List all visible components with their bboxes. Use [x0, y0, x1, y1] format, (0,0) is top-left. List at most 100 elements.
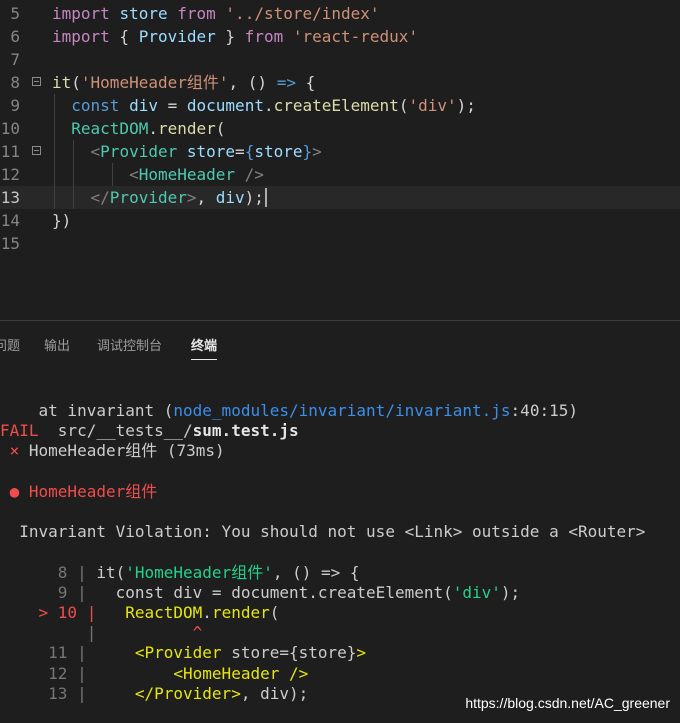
code-token: </Provider> — [96, 683, 241, 703]
code-editor[interactable]: 5 import store from '../store/index' 6 impo… — [0, 0, 680, 320]
terminal-line: 13 | </Provider>, div); — [0, 684, 308, 704]
code-token: <Provider — [96, 643, 222, 663]
code-token: 13 | — [0, 683, 97, 703]
line-number: 8 — [10, 73, 20, 92]
code-token: store — [186, 142, 236, 161]
code-token: . — [202, 603, 212, 622]
code-token: render — [157, 119, 216, 138]
code-token: }) — [52, 211, 72, 230]
code-token: import — [52, 4, 110, 23]
code-token: . — [263, 96, 274, 115]
terminal-line: 12 | <HomeHeader /> — [0, 664, 308, 684]
line-number: 7 — [10, 50, 20, 69]
code-token: sum.test.js — [192, 421, 299, 441]
line-code: <Provider store={store}> — [52, 140, 322, 163]
code-token: ReactDOM — [71, 119, 149, 138]
code-token: </ — [90, 188, 110, 207]
line-number: 10 — [0, 119, 20, 138]
editor-line[interactable]: 9 const div = document.createElement('di… — [0, 94, 680, 117]
code-token: <HomeHeader /> — [96, 663, 309, 683]
code-token: , — [196, 188, 216, 207]
code-token: ); — [244, 188, 264, 207]
fold-toggle-icon[interactable] — [32, 146, 41, 155]
panel-tab[interactable]: 问题 — [0, 335, 20, 354]
code-token: } — [302, 142, 313, 161]
line-number: 11 — [0, 142, 20, 161]
line-number: 15 — [0, 234, 20, 253]
code-token: Invariant Violation: You should not use … — [0, 522, 646, 542]
editor-line[interactable]: 7 — [0, 48, 680, 71]
panel-tab[interactable]: 终端 — [191, 335, 218, 360]
panel-tab[interactable]: 输出 — [44, 335, 70, 354]
code-token: , () — [228, 73, 277, 92]
panel-tab[interactable]: 调试控制台 — [97, 335, 162, 354]
line-number: 9 — [10, 96, 20, 115]
editor-line[interactable]: 8 it('HomeHeader组件', () => { — [0, 71, 680, 94]
code-token: 'div' — [408, 96, 457, 115]
editor-line[interactable]: 12 <HomeHeader /> — [0, 163, 680, 186]
line-number: 5 — [10, 4, 20, 23]
code-token: 'HomeHeader组件' — [125, 562, 273, 582]
code-token: 8 | — [0, 562, 97, 582]
code-token: } — [215, 27, 245, 46]
editor-line[interactable]: 15 — [0, 232, 680, 255]
terminal-line: | ^ — [0, 623, 203, 643]
line-number: 13 — [0, 188, 20, 207]
code-token: < — [90, 142, 101, 161]
code-token: :40:15) — [510, 401, 578, 420]
code-token: ( — [71, 73, 81, 92]
line-number: 6 — [10, 27, 20, 46]
line-code: }) — [52, 209, 71, 232]
indent-guide — [54, 94, 55, 209]
code-token: 'react-redux' — [292, 27, 419, 46]
code-token: store={store} — [221, 643, 357, 663]
code-token: , div); — [240, 683, 309, 703]
watermark: https://blog.csdn.net/AC_greener — [465, 695, 670, 711]
editor-line[interactable]: 10 ReactDOM.render( — [0, 117, 680, 140]
terminal-line: 9 | const div = document.createElement('… — [0, 583, 520, 603]
code-token: ); — [456, 96, 476, 115]
terminal-line: at invariant (node_modules/invariant/inv… — [0, 401, 578, 421]
terminal-line: FAIL src/__tests__/sum.test.js — [0, 421, 299, 441]
editor-line[interactable]: 13 </Provider>, div); — [0, 186, 680, 209]
code-token: div — [129, 96, 158, 115]
code-token: | — [0, 623, 106, 643]
editor-line[interactable]: 6 import { Provider } from 'react-redux' — [0, 25, 680, 48]
editor-line[interactable]: 14}) — [0, 209, 680, 232]
editor-line[interactable]: 5 import store from '../store/index' — [0, 2, 680, 25]
code-token: => — [276, 73, 296, 92]
code-token: = — [235, 142, 245, 161]
code-token: from — [177, 4, 216, 23]
code-token: 11 | — [0, 643, 97, 663]
code-token: ( — [269, 603, 280, 622]
code-token: it( — [96, 562, 126, 582]
code-token: ); — [500, 582, 521, 602]
code-token: it — [52, 73, 72, 92]
terminal-line: 8 | it('HomeHeader组件', () => { — [0, 563, 360, 583]
bottom-panel: 问题 输出 调试控制台 终端 at invariant (node_modules/i… — [0, 321, 680, 723]
code-token: { — [244, 142, 255, 161]
code-token: ReactDOM — [105, 603, 203, 622]
line-code: const div = document.createElement('div'… — [52, 94, 476, 117]
code-token: Provider — [138, 27, 216, 46]
code-token: import — [52, 27, 110, 46]
fold-toggle-icon[interactable] — [32, 77, 41, 86]
code-token: ● HomeHeader组件 — [0, 481, 158, 501]
terminal-line: × HomeHeader组件 (73ms) — [0, 441, 225, 461]
code-token: Provider — [109, 188, 187, 207]
code-token: at invariant ( — [0, 401, 174, 420]
code-token: > 10 | — [0, 603, 106, 622]
code-token: render — [211, 603, 270, 622]
line-number: 12 — [0, 165, 20, 184]
line-code: import { Provider } from 'react-redux' — [52, 25, 418, 48]
text-cursor — [265, 188, 267, 207]
editor-line[interactable]: 11 <Provider store={store}> — [0, 140, 680, 163]
code-token: /> — [244, 165, 264, 184]
indent-guide — [112, 163, 113, 186]
